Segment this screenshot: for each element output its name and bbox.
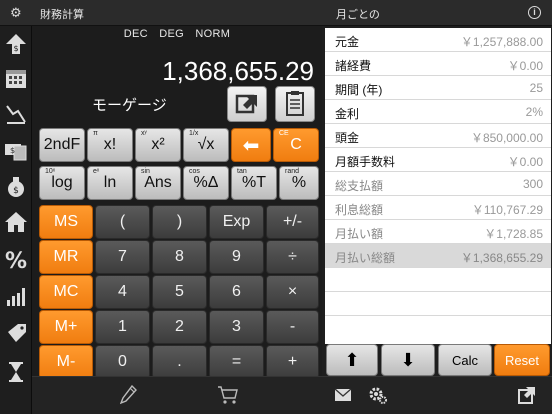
svg-text:%: %: [5, 249, 27, 272]
top-bar: ⚙ 財務計算 月ごとの i: [0, 0, 552, 26]
pencil-icon[interactable]: [120, 385, 138, 405]
key-clear[interactable]: CE C: [273, 128, 319, 162]
money-bag-icon[interactable]: $: [4, 174, 28, 198]
calculator-toolbar: [32, 376, 322, 414]
cash-calculator-icon[interactable]: $: [4, 138, 28, 162]
key-1[interactable]: 1: [95, 310, 150, 344]
growth-chart-icon[interactable]: [4, 284, 28, 308]
info-icon[interactable]: i: [528, 6, 541, 19]
panel-toolbar: [322, 376, 552, 414]
price-tag-icon[interactable]: [4, 322, 28, 346]
clipboard-button[interactable]: [275, 86, 315, 122]
currency-up-icon[interactable]: $: [4, 32, 28, 56]
calc-button[interactable]: Calc: [438, 344, 492, 376]
row-term-years[interactable]: 期間 (年) 25: [325, 76, 551, 100]
empty-row: [325, 292, 551, 316]
row-down-payment[interactable]: 頭金 ￥850,000.00: [325, 124, 551, 148]
settings-gears-icon[interactable]: [368, 385, 388, 405]
mode-dec: DEC: [123, 28, 148, 40]
key-square[interactable]: xʸ x²: [135, 128, 181, 162]
key-9[interactable]: 9: [209, 240, 264, 274]
sidebar: $ $ $ %: [0, 26, 32, 414]
key-sqrt[interactable]: 1/x √x: [183, 128, 229, 162]
row-expenses[interactable]: 諸経費 ￥0.00: [325, 52, 551, 76]
down-button[interactable]: ⬇: [381, 344, 435, 376]
key-3[interactable]: 3: [209, 310, 264, 344]
key-divide[interactable]: ÷: [266, 240, 319, 274]
percent-icon[interactable]: %: [4, 248, 28, 272]
key-mr[interactable]: MR: [39, 240, 93, 274]
share-export-icon[interactable]: [518, 386, 536, 404]
key-ms[interactable]: MS: [39, 205, 93, 239]
key-percent-change[interactable]: cos %Δ: [183, 166, 229, 200]
key-2[interactable]: 2: [152, 310, 207, 344]
key-7[interactable]: 7: [95, 240, 150, 274]
chart-down-icon[interactable]: [4, 102, 28, 126]
row-principal[interactable]: 元金 ￥1,257,888.00: [325, 28, 551, 52]
house-icon[interactable]: [4, 210, 28, 234]
key-m-minus[interactable]: M-: [39, 345, 93, 379]
clipboard-icon: [286, 91, 304, 116]
key-percent[interactable]: rand%: [279, 166, 319, 200]
key-mc[interactable]: MC: [39, 275, 93, 309]
key-exp[interactable]: Exp: [209, 205, 264, 239]
key-decimal[interactable]: .: [152, 345, 207, 379]
key-2ndf[interactable]: 2ndF: [39, 128, 85, 162]
key-0[interactable]: 0: [95, 345, 150, 379]
key-ln[interactable]: eˣ ln: [87, 166, 133, 200]
key-log[interactable]: 10ˣ log: [39, 166, 85, 200]
settings-gear-icon[interactable]: ⚙: [10, 5, 26, 21]
mortgage-table: 元金 ￥1,257,888.00 諸経費 ￥0.00 期間 (年) 25 金利 2% 頭…: [325, 28, 551, 344]
key-minus[interactable]: -: [266, 310, 319, 344]
row-monthly-fee[interactable]: 月額手数料 ￥0.00: [325, 148, 551, 172]
key-5[interactable]: 5: [152, 275, 207, 309]
row-total-interest: 利息総額 ￥110,767.29: [325, 196, 551, 220]
app-title: 財務計算: [40, 9, 84, 21]
backspace-icon: ⬅: [242, 134, 260, 157]
svg-text:$: $: [13, 44, 18, 53]
up-button[interactable]: ⬆: [326, 344, 378, 376]
key-8[interactable]: 8: [152, 240, 207, 274]
key-ans[interactable]: sin Ans: [135, 166, 181, 200]
calendar-icon[interactable]: [4, 66, 28, 90]
arrow-down-icon: ⬇: [400, 349, 416, 370]
empty-row: [325, 316, 551, 340]
key-percent-total[interactable]: tan %T: [231, 166, 277, 200]
mortgage-panel: 元金 ￥1,257,888.00 諸経費 ￥0.00 期間 (年) 25 金利 2% 頭…: [322, 26, 552, 414]
key-backspace[interactable]: ⬅: [231, 128, 271, 162]
svg-text:$: $: [13, 186, 19, 196]
svg-text:$: $: [10, 146, 15, 155]
key-m-plus[interactable]: M+: [39, 310, 93, 344]
open-external-icon: [235, 94, 257, 114]
key-multiply[interactable]: ×: [266, 275, 319, 309]
key-factorial[interactable]: π x!: [87, 128, 133, 162]
display-modes: DEC DEG NORM: [32, 28, 322, 40]
mode-deg: DEG: [159, 28, 185, 40]
key-4[interactable]: 4: [95, 275, 150, 309]
row-total-payments: 総支払額 300: [325, 172, 551, 196]
open-external-button[interactable]: [227, 86, 267, 122]
calculator-panel: DEC DEG NORM 1,368,655.29 モーゲージ 2ndF π x!…: [32, 26, 322, 379]
key-6[interactable]: 6: [209, 275, 264, 309]
key-sign[interactable]: +/-: [266, 205, 319, 239]
mail-icon[interactable]: [334, 388, 352, 402]
panel-title: 月ごとの: [336, 9, 380, 21]
reset-button[interactable]: Reset: [494, 344, 550, 376]
key-open-paren[interactable]: (: [95, 205, 150, 239]
arrow-up-icon: ⬆: [344, 349, 360, 370]
key-close-paren[interactable]: ): [152, 205, 207, 239]
display-value: 1,368,655.29: [162, 56, 314, 86]
key-equals[interactable]: =: [209, 345, 264, 379]
row-monthly-payment: 月払い額 ￥1,728.85: [325, 220, 551, 244]
row-interest-rate[interactable]: 金利 2%: [325, 100, 551, 124]
row-total-monthly-payment[interactable]: 月払い総額 ￥1,368,655.29: [325, 244, 551, 268]
key-plus[interactable]: +: [266, 345, 319, 379]
empty-row: [325, 268, 551, 292]
cart-icon[interactable]: [217, 385, 239, 405]
hourglass-icon[interactable]: [4, 360, 28, 384]
mode-norm: NORM: [195, 28, 231, 40]
display-label: モーゲージ: [92, 97, 167, 114]
